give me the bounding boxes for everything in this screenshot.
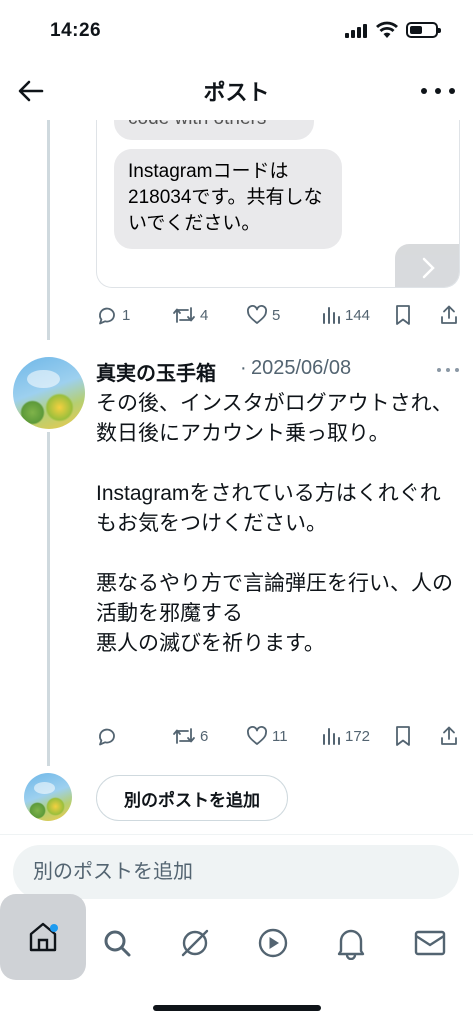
status-bar: 14:26 [0,0,473,60]
battery-icon [406,22,441,38]
like-count: 11 [272,727,288,745]
post-media-card[interactable]: code with others Instagramコードは218034です。共… [96,120,460,288]
share-icon [441,726,457,745]
wifi-icon [376,21,398,38]
add-another-post-button[interactable]: 別のポストを追加 [96,775,288,821]
repost-icon [173,728,195,744]
grok-icon [181,929,209,957]
post-actions: 6 11 172 [96,721,460,751]
more-options-icon[interactable] [421,78,455,104]
author-name[interactable]: 真実の玉手箱 [96,357,216,386]
views-count: 172 [345,727,371,745]
share-button[interactable] [439,300,459,330]
repost-count: 6 [200,727,209,745]
compose-input[interactable] [13,845,459,899]
reply-icon [99,728,115,746]
message-bubble: Instagramコードは218034です。共有しないでください。 [114,149,342,249]
tab-notifications[interactable] [308,900,394,986]
reply-icon [99,307,115,325]
mail-icon [414,930,446,956]
views-chart-icon [323,728,340,745]
page-title: ポスト [203,80,270,105]
share-icon [441,305,457,324]
reply-compose-field[interactable] [13,845,459,899]
reply-count: 1 [122,306,131,324]
like-count: 5 [272,306,281,324]
repost-icon [173,307,195,323]
avatar [24,773,72,821]
bookmark-icon [396,726,410,746]
reply-button[interactable]: 1 [96,300,130,330]
message-bubble-partial: code with others [114,120,314,140]
status-time: 14:26 [50,20,102,41]
tab-grok[interactable] [152,900,238,986]
like-button[interactable]: 5 [246,300,280,330]
search-icon [104,930,131,957]
bookmark-button[interactable] [394,721,412,751]
repost-button[interactable]: 6 [172,721,208,751]
reply-button[interactable] [96,721,122,751]
repost-count: 4 [200,306,209,324]
media-next-button[interactable] [395,244,459,287]
video-play-icon [258,928,288,958]
repost-button[interactable]: 4 [172,300,208,330]
top-nav-bar: ポスト [0,60,473,120]
views-chart-icon [323,307,340,324]
post-actions: 1 4 5 144 [96,300,460,330]
heart-icon [247,305,267,324]
views-button[interactable]: 144 [321,300,370,330]
separator: · [240,357,247,379]
avatar[interactable] [13,357,85,429]
bottom-tab-bar [0,894,473,992]
views-button[interactable]: 172 [321,721,370,751]
tab-messages[interactable] [387,900,473,986]
more-options-icon[interactable] [437,368,459,374]
cellular-signal-icon [345,24,369,38]
post-date[interactable]: 2025/06/08 [251,357,351,380]
bookmark-button[interactable] [394,300,412,330]
thread-line [47,432,50,766]
tab-search[interactable] [74,900,160,986]
post-body: その後、インスタがログアウトされ、数日後にアカウント乗っ取り。 Instagra… [96,392,453,655]
share-button[interactable] [439,721,459,751]
like-button[interactable]: 11 [246,721,288,751]
bell-icon [337,929,365,960]
divider [0,834,473,835]
views-count: 144 [345,306,371,324]
notification-dot [50,924,58,932]
thread-line [47,120,50,340]
chevron-right-icon [422,257,435,279]
bookmark-icon [396,305,410,325]
home-indicator [153,1005,321,1011]
tab-video[interactable] [230,900,316,986]
heart-icon [247,726,267,745]
